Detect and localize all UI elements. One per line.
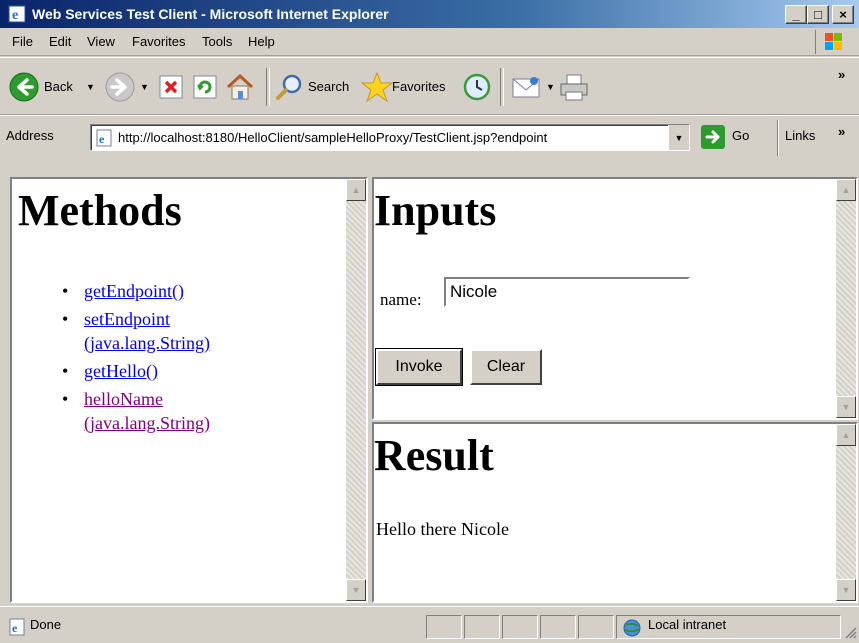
svg-text:e: e [99, 132, 105, 146]
menu-edit[interactable]: Edit [49, 28, 71, 56]
menu-help[interactable]: Help [248, 28, 275, 56]
toolbar-separator [500, 68, 504, 106]
result-heading: Result [374, 431, 494, 480]
scroll-up-icon[interactable]: ▲ [346, 179, 366, 201]
mail-dropdown-icon[interactable]: ▼ [546, 58, 555, 116]
windows-logo-icon [815, 30, 849, 54]
address-bar: Address e http://localhost:8180/HelloCli… [0, 115, 859, 177]
back-button-label[interactable]: Back [44, 58, 73, 116]
minimize-button[interactable]: _ [785, 5, 807, 24]
name-field[interactable] [444, 277, 690, 307]
method-link-param: (java.lang.String) [84, 333, 210, 353]
address-url: http://localhost:8180/HelloClient/sample… [118, 130, 548, 145]
method-link-helloname[interactable]: helloName (java.lang.String) [84, 389, 210, 433]
inputs-heading: Inputs [374, 186, 497, 235]
list-item: getEndpoint() [62, 279, 304, 303]
links-button[interactable]: Links [785, 128, 815, 143]
print-icon[interactable] [558, 72, 590, 102]
back-arrow-icon[interactable] [8, 71, 40, 103]
search-icon[interactable] [274, 72, 304, 102]
scroll-down-icon[interactable]: ▼ [346, 579, 366, 601]
method-link-label: helloName [84, 389, 163, 409]
back-dropdown-icon[interactable]: ▼ [86, 58, 95, 116]
status-panel [426, 615, 462, 639]
result-scrollbar[interactable]: ▲ ▼ [836, 424, 856, 601]
history-icon[interactable] [462, 72, 492, 102]
page-icon: e [95, 129, 113, 147]
method-link-label: getHello() [84, 361, 158, 381]
intranet-icon [620, 618, 644, 638]
address-dropdown-icon[interactable]: ▼ [668, 125, 689, 150]
inputs-frame: Inputs name: Invoke Clear ▲ ▼ [372, 177, 858, 420]
list-item: helloName (java.lang.String) [62, 387, 304, 435]
address-input[interactable]: e http://localhost:8180/HelloClient/samp… [90, 124, 690, 151]
zone-text: Local intranet [648, 617, 727, 632]
home-icon[interactable] [224, 71, 256, 103]
list-item: setEndpoint (java.lang.String) [62, 307, 304, 355]
menu-view[interactable]: View [87, 28, 115, 56]
ie-logo-icon: e [8, 5, 26, 23]
favorites-star-icon[interactable] [360, 70, 394, 104]
inputs-scrollbar[interactable]: ▲ ▼ [836, 179, 856, 418]
links-overflow-icon[interactable]: » [838, 124, 845, 139]
menu-tools[interactable]: Tools [202, 28, 232, 56]
menu-bar: File Edit View Favorites Tools Help [0, 28, 859, 56]
method-link-label: getEndpoint() [84, 281, 184, 301]
menu-favorites[interactable]: Favorites [132, 28, 185, 56]
search-button-label[interactable]: Search [308, 58, 349, 116]
status-panel [464, 615, 500, 639]
status-panel [4, 615, 424, 639]
resize-grip-icon[interactable] [843, 625, 857, 639]
method-link-gethello[interactable]: getHello() [84, 361, 158, 381]
method-link-label: setEndpoint [84, 309, 170, 329]
scroll-down-icon[interactable]: ▼ [836, 579, 856, 601]
close-button[interactable]: × [832, 5, 854, 24]
invoke-button[interactable]: Invoke [375, 348, 463, 386]
stop-icon[interactable] [158, 74, 184, 100]
scroll-up-icon[interactable]: ▲ [836, 424, 856, 446]
status-panel [502, 615, 538, 639]
clear-button[interactable]: Clear [470, 349, 542, 385]
svg-text:e: e [12, 8, 18, 23]
list-item: getHello() [62, 359, 304, 383]
scroll-up-icon[interactable]: ▲ [836, 179, 856, 201]
mail-icon[interactable] [510, 72, 542, 102]
name-field-label: name: [380, 290, 422, 309]
result-frame: Result Hello there Nicole ▲ ▼ [372, 422, 858, 603]
forward-arrow-icon[interactable] [104, 71, 136, 103]
title-bar[interactable]: e Web Services Test Client - Microsoft I… [0, 0, 859, 28]
scroll-down-icon[interactable]: ▼ [836, 396, 856, 418]
go-arrow-icon[interactable] [700, 124, 726, 151]
status-panel [540, 615, 576, 639]
forward-dropdown-icon[interactable]: ▼ [140, 58, 149, 116]
method-link-param: (java.lang.String) [84, 413, 210, 433]
address-label: Address [6, 128, 54, 143]
go-button-label[interactable]: Go [732, 128, 749, 143]
toolbar-separator [266, 68, 270, 106]
maximize-button[interactable]: □ [807, 5, 829, 24]
refresh-icon[interactable] [192, 74, 218, 100]
methods-frame: Methods getEndpoint() setEndpoint (java.l… [10, 177, 368, 603]
methods-scrollbar[interactable]: ▲ ▼ [346, 179, 366, 601]
favorites-button-label[interactable]: Favorites [392, 58, 445, 116]
toolbar-overflow-icon[interactable]: » [838, 58, 845, 92]
menu-file[interactable]: File [12, 28, 33, 56]
method-link-getendpoint[interactable]: getEndpoint() [84, 281, 184, 301]
status-bar: e Done Local intranet [0, 606, 859, 643]
methods-heading: Methods [18, 186, 182, 235]
result-text: Hello there Nicole [376, 519, 509, 539]
methods-list: getEndpoint() setEndpoint (java.lang.Stri… [62, 279, 304, 439]
status-panel [578, 615, 614, 639]
toolbar-separator [777, 120, 779, 156]
method-link-setendpoint[interactable]: setEndpoint (java.lang.String) [84, 309, 210, 353]
standard-toolbar: Back ▼ ▼ Search Favorites ▼ » [0, 57, 859, 115]
window-title: Web Services Test Client - Microsoft Int… [32, 6, 389, 22]
